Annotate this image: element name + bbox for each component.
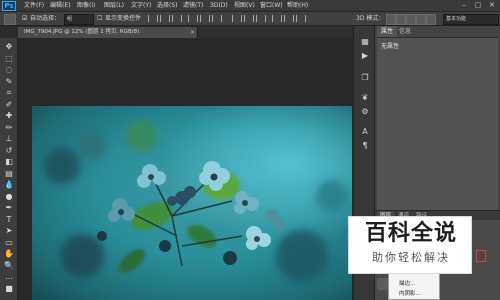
paragraph-panel-icon[interactable]: ¶ (359, 140, 371, 152)
auto-select-dropdown[interactable]: 组 (64, 14, 94, 25)
flower-photo (32, 106, 352, 300)
layer-comps-icon[interactable]: ❐ (359, 72, 371, 84)
no-properties-text: 无属性 (381, 43, 400, 50)
path-select-tool-icon[interactable]: ➤ (4, 226, 14, 236)
menu-view[interactable]: 视图(V) (234, 2, 255, 10)
align-hcenter-icon[interactable] (200, 15, 210, 22)
menu-item-stroke[interactable]: 描边... (399, 279, 415, 287)
distribute-vcenter-icon[interactable] (244, 15, 254, 22)
quick-select-tool-icon[interactable]: ✎ (4, 77, 14, 87)
pen-tool-icon[interactable]: ✒ (4, 203, 14, 213)
menu-edit[interactable]: 编辑(E) (50, 2, 70, 10)
watermark-subtitle: 助你轻松解决 (372, 251, 450, 264)
show-transform-checkbox-icon[interactable]: ☐ (97, 15, 102, 23)
brush-tool-icon[interactable]: ✏ (4, 123, 14, 133)
distribute-right-icon[interactable] (296, 15, 306, 22)
document-tab-bar: IMG_7904.JPG @ 12% (图层 1 拷贝, RGB/8) × (18, 27, 354, 38)
gradient-tool-icon[interactable]: ▤ (4, 169, 14, 179)
menu-image[interactable]: 图像(I) (77, 2, 95, 10)
maximize-icon[interactable]: ▢ (472, 1, 484, 10)
menu-layer[interactable]: 图层(L) (104, 2, 124, 10)
3d-slide-icon[interactable] (416, 14, 426, 25)
options-bar: ☑ 自动选择： 组 ☐ 显示变换控件 3D 模式： 基本功能 (0, 12, 500, 26)
dodge-tool-icon[interactable]: ● (4, 192, 14, 202)
3d-pan-icon[interactable] (406, 14, 416, 25)
menu-window[interactable]: 窗口(W) (260, 2, 283, 10)
more-tools-icon[interactable]: … (4, 272, 14, 282)
minimize-icon[interactable]: – (458, 1, 470, 10)
move-tool-preset-icon[interactable] (4, 14, 16, 25)
character-panel-icon[interactable]: A (359, 126, 371, 138)
marquee-tool-icon[interactable]: ⬚ (4, 54, 14, 64)
watermark-title: 百科全说 (364, 221, 457, 246)
distribute-left-icon[interactable] (272, 15, 282, 22)
properties-panel: 无属性 (377, 37, 498, 220)
toolbox: ✥ ⬚ ◌ ✎ ⌗ ✐ ✚ ✏ ⊥ ↺ ◧ ▤ 💧 ● ✒ T ➤ ▭ ✋ 🔍… ■ (0, 38, 18, 300)
highlight-box (476, 250, 486, 262)
menu-filter[interactable]: 滤镜(T) (183, 2, 203, 10)
actions-panel-icon[interactable]: ▶ (359, 50, 371, 62)
shape-tool-icon[interactable]: ▭ (4, 238, 14, 248)
tab-info[interactable]: 信息 (395, 26, 415, 37)
menu-bar: Ps 文件(F) 编辑(E) 图像(I) 图层(L) 文字(Y) 选择(S) 滤… (0, 0, 500, 12)
crop-tool-icon[interactable]: ⌗ (4, 88, 14, 98)
tab-properties[interactable]: 属性 (377, 26, 398, 37)
distribute-bottom-icon[interactable] (256, 15, 266, 22)
3d-orbit-icon[interactable] (386, 14, 396, 25)
history-panel-icon[interactable]: ▦ (359, 36, 371, 48)
menu-3d[interactable]: 3D(D) (210, 2, 228, 10)
align-bottom-icon[interactable] (172, 15, 182, 22)
eraser-tool-icon[interactable]: ◧ (4, 157, 14, 167)
document-tab-title: IMG_7904.JPG @ 12% (图层 1 拷贝, RGB/8) (24, 29, 140, 35)
document-close-icon[interactable]: × (190, 27, 195, 38)
watermark-logo: 百科全说 助你轻松解决 (348, 216, 472, 274)
3d-roll-icon[interactable] (396, 14, 406, 25)
auto-select-checkbox-icon[interactable]: ☑ (22, 15, 27, 23)
lasso-tool-icon[interactable]: ◌ (4, 65, 14, 75)
menu-help[interactable]: 帮助(H) (287, 2, 308, 10)
distribute-top-icon[interactable] (232, 15, 242, 22)
menu-type[interactable]: 文字(Y) (131, 2, 151, 10)
history-brush-tool-icon[interactable]: ↺ (4, 146, 14, 156)
align-left-icon[interactable] (188, 15, 198, 22)
auto-select-label: 自动选择： (30, 15, 61, 22)
clone-stamp-tool-icon[interactable]: ⊥ (4, 134, 14, 144)
align-top-icon[interactable] (148, 15, 158, 22)
brush-panel-icon[interactable]: ❦ (359, 92, 371, 104)
align-right-icon[interactable] (212, 15, 222, 22)
move-tool-icon[interactable]: ✥ (4, 42, 14, 52)
3d-mode-label: 3D 模式： (356, 15, 385, 22)
type-tool-icon[interactable]: T (4, 215, 14, 225)
color-swatch-icon[interactable]: ■ (4, 284, 14, 294)
blur-tool-icon[interactable]: 💧 (4, 180, 14, 190)
show-transform-label: 显示变换控件 (105, 15, 142, 22)
workspace-dropdown[interactable]: 基本功能 (443, 14, 499, 25)
hand-tool-icon[interactable]: ✋ (4, 249, 14, 259)
3d-scale-icon[interactable] (426, 14, 436, 25)
align-vcenter-icon[interactable] (160, 15, 170, 22)
close-icon[interactable]: ✕ (486, 1, 498, 10)
distribute-hcenter-icon[interactable] (284, 15, 294, 22)
canvas-area[interactable] (18, 38, 353, 300)
document-tab[interactable]: IMG_7904.JPG @ 12% (图层 1 拷贝, RGB/8) × (18, 27, 198, 38)
menu-item-inner-shadow[interactable]: 内阴影... (399, 289, 421, 297)
document-image[interactable] (32, 106, 352, 300)
zoom-tool-icon[interactable]: 🔍 (4, 261, 14, 271)
menu-select[interactable]: 选择(S) (157, 2, 178, 10)
menu-file[interactable]: 文件(F) (24, 2, 44, 10)
photoshop-logo-icon: Ps (2, 1, 16, 11)
eyedropper-tool-icon[interactable]: ✐ (4, 100, 14, 110)
adjustments-icon[interactable]: ⚙ (359, 106, 371, 118)
healing-tool-icon[interactable]: ✚ (4, 111, 14, 121)
